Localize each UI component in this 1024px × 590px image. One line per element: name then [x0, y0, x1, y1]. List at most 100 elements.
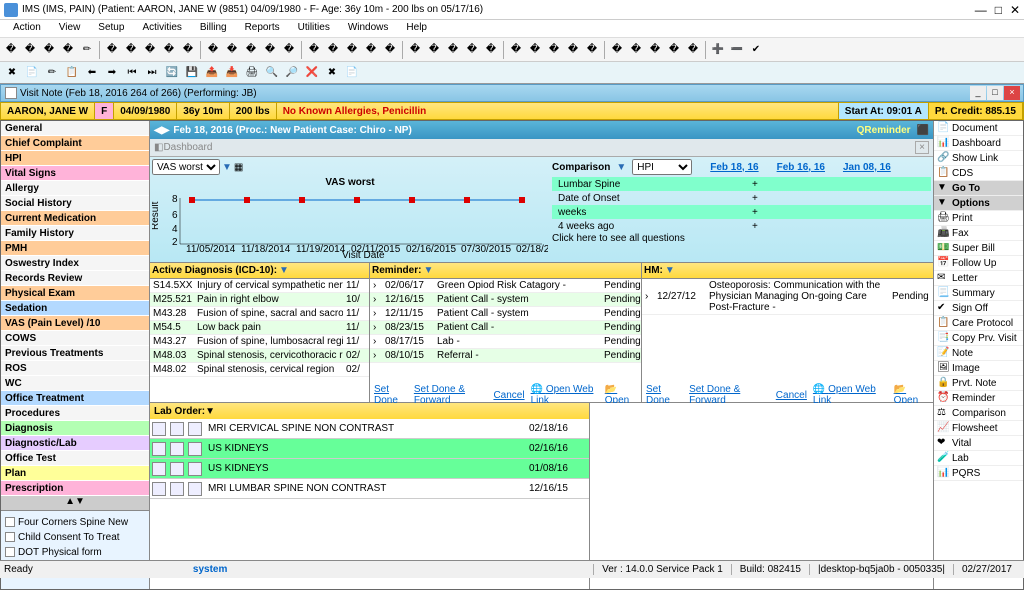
- action-lab[interactable]: 🧪Lab: [934, 451, 1023, 466]
- reminder-dropdown-icon[interactable]: ▼: [423, 265, 433, 276]
- notebar-btn-2[interactable]: ✏: [43, 64, 61, 82]
- notebar-btn-13[interactable]: 🔍: [263, 64, 281, 82]
- action-follow-up[interactable]: 📅Follow Up: [934, 256, 1023, 271]
- toolbar-btn-24[interactable]: �: [482, 41, 500, 59]
- notebar-btn-0[interactable]: ✖: [3, 64, 21, 82]
- toolbar-btn-31[interactable]: �: [627, 41, 645, 59]
- toolbar-btn-10[interactable]: �: [204, 41, 222, 59]
- comparison-date-1[interactable]: Feb 16, 16: [777, 162, 825, 173]
- menu-action[interactable]: Action: [4, 20, 50, 37]
- menu-setup[interactable]: Setup: [89, 20, 133, 37]
- nav-cows[interactable]: COWS: [1, 331, 149, 346]
- toolbar-btn-14[interactable]: �: [280, 41, 298, 59]
- minimize-button[interactable]: —: [975, 3, 987, 17]
- toolbar-btn-28[interactable]: �: [564, 41, 582, 59]
- toolbar-btn-6[interactable]: �: [122, 41, 140, 59]
- toolbar-btn-17[interactable]: �: [343, 41, 361, 59]
- notebar-btn-15[interactable]: ❌: [303, 64, 321, 82]
- form-four-corners-spine-new[interactable]: Four Corners Spine New: [5, 515, 145, 530]
- child-maximize-button[interactable]: □: [987, 86, 1003, 100]
- notebar-btn-10[interactable]: 📤: [203, 64, 221, 82]
- diagnosis-row[interactable]: M48.03Spinal stenosis, cervicothoracic r…: [150, 349, 369, 363]
- nav-office-test[interactable]: Office Test: [1, 451, 149, 466]
- nav-chief-complaint[interactable]: Chief Complaint: [1, 136, 149, 151]
- action-print[interactable]: 🖨Print: [934, 211, 1023, 226]
- menu-windows[interactable]: Windows: [339, 20, 398, 37]
- menu-activities[interactable]: Activities: [133, 20, 190, 37]
- toolbar-btn-26[interactable]: �: [526, 41, 544, 59]
- toolbar-btn-13[interactable]: �: [261, 41, 279, 59]
- diagnosis-row[interactable]: M43.28Fusion of spine, sacral and sacroc…: [150, 307, 369, 321]
- comparison-date-2[interactable]: Jan 08, 16: [843, 162, 891, 173]
- nav-vital-signs[interactable]: Vital Signs: [1, 166, 149, 181]
- comparison-select[interactable]: HPI: [632, 159, 692, 175]
- hm-dropdown-icon[interactable]: ▼: [665, 265, 675, 276]
- menu-reports[interactable]: Reports: [236, 20, 289, 37]
- toolbar-btn-23[interactable]: �: [463, 41, 481, 59]
- notebar-btn-1[interactable]: 📄: [23, 64, 41, 82]
- chart-metric-select[interactable]: VAS worst: [152, 159, 220, 175]
- diagnosis-row[interactable]: S14.5XXInjury of cervical sympathetic ne…: [150, 279, 369, 293]
- visit-tools-icon[interactable]: ⬛: [917, 125, 929, 136]
- toolbar-btn-1[interactable]: �: [21, 41, 39, 59]
- nav-general[interactable]: General: [1, 121, 149, 136]
- action-letter[interactable]: ✉Letter: [934, 271, 1023, 286]
- toolbar-btn-19[interactable]: �: [381, 41, 399, 59]
- toolbar-btn-16[interactable]: �: [324, 41, 342, 59]
- notebar-btn-5[interactable]: ➡: [103, 64, 121, 82]
- menu-utilities[interactable]: Utilities: [289, 20, 339, 37]
- nav-previous-treatments[interactable]: Previous Treatments: [1, 346, 149, 361]
- action-cds[interactable]: 📋CDS: [934, 166, 1023, 181]
- toolbar-btn-12[interactable]: �: [242, 41, 260, 59]
- reminder-row[interactable]: ›12/11/15Patient Call - systemPending: [370, 307, 641, 321]
- action-fax[interactable]: 📠Fax: [934, 226, 1023, 241]
- action-dashboard[interactable]: 📊Dashboard: [934, 136, 1023, 151]
- nav-procedures[interactable]: Procedures: [1, 406, 149, 421]
- action-document[interactable]: 📄Document: [934, 121, 1023, 136]
- comparison-row[interactable]: weeks+: [552, 205, 931, 219]
- diagnosis-dropdown-icon[interactable]: ▼: [279, 265, 289, 276]
- action-sign-off[interactable]: ✔Sign Off: [934, 301, 1023, 316]
- nav-ros[interactable]: ROS: [1, 361, 149, 376]
- toolbar-btn-37[interactable]: ✔: [747, 41, 765, 59]
- nav-collapse-toggle[interactable]: ▲▼: [1, 496, 149, 510]
- menu-help[interactable]: Help: [397, 20, 436, 37]
- nav-diagnosis[interactable]: Diagnosis: [1, 421, 149, 436]
- close-button[interactable]: ✕: [1010, 3, 1020, 17]
- notebar-btn-9[interactable]: 💾: [183, 64, 201, 82]
- lab-doc-icon[interactable]: [152, 462, 166, 476]
- comparison-row[interactable]: Date of Onset+: [552, 191, 931, 205]
- chart-view-icon[interactable]: ▦: [234, 162, 243, 173]
- action-prvt-note[interactable]: 🔒Prvt. Note: [934, 376, 1023, 391]
- action-go-to[interactable]: ▼Go To: [934, 181, 1023, 196]
- toolbar-btn-36[interactable]: ➖: [728, 41, 746, 59]
- toolbar-btn-27[interactable]: �: [545, 41, 563, 59]
- toolbar-btn-22[interactable]: �: [444, 41, 462, 59]
- toolbar-btn-8[interactable]: �: [160, 41, 178, 59]
- notebar-btn-12[interactable]: 🖨: [243, 64, 261, 82]
- nav-hpi[interactable]: HPI: [1, 151, 149, 166]
- nav-prescription[interactable]: Prescription: [1, 481, 149, 496]
- action-image[interactable]: 🖼Image: [934, 361, 1023, 376]
- notebar-btn-8[interactable]: 🔄: [163, 64, 181, 82]
- toolbar-btn-25[interactable]: �: [507, 41, 525, 59]
- lab-flag-icon[interactable]: [188, 442, 202, 456]
- nav-wc[interactable]: WC: [1, 376, 149, 391]
- notebar-btn-3[interactable]: 📋: [63, 64, 81, 82]
- reminder-row[interactable]: ›08/23/15Patient Call -Pending: [370, 321, 641, 335]
- toolbar-btn-29[interactable]: �: [583, 41, 601, 59]
- nav-social-history[interactable]: Social History: [1, 196, 149, 211]
- diagnosis-row[interactable]: M25.521Pain in right elbow10/: [150, 293, 369, 307]
- lab-result-icon[interactable]: [170, 422, 184, 436]
- action-show-link[interactable]: 🔗Show Link: [934, 151, 1023, 166]
- child-minimize-button[interactable]: _: [970, 86, 986, 100]
- action-super-bill[interactable]: 💵Super Bill: [934, 241, 1023, 256]
- notebar-btn-17[interactable]: 📄: [343, 64, 361, 82]
- action-vital[interactable]: ❤Vital: [934, 436, 1023, 451]
- lab-dropdown-icon[interactable]: ▼: [205, 406, 215, 417]
- comparison-row[interactable]: Lumbar Spine+: [552, 177, 931, 191]
- menu-billing[interactable]: Billing: [191, 20, 236, 37]
- maximize-button[interactable]: □: [995, 3, 1002, 17]
- qreminder-link[interactable]: QReminder: [857, 125, 911, 136]
- form-dot-physical-form[interactable]: DOT Physical form: [5, 545, 145, 560]
